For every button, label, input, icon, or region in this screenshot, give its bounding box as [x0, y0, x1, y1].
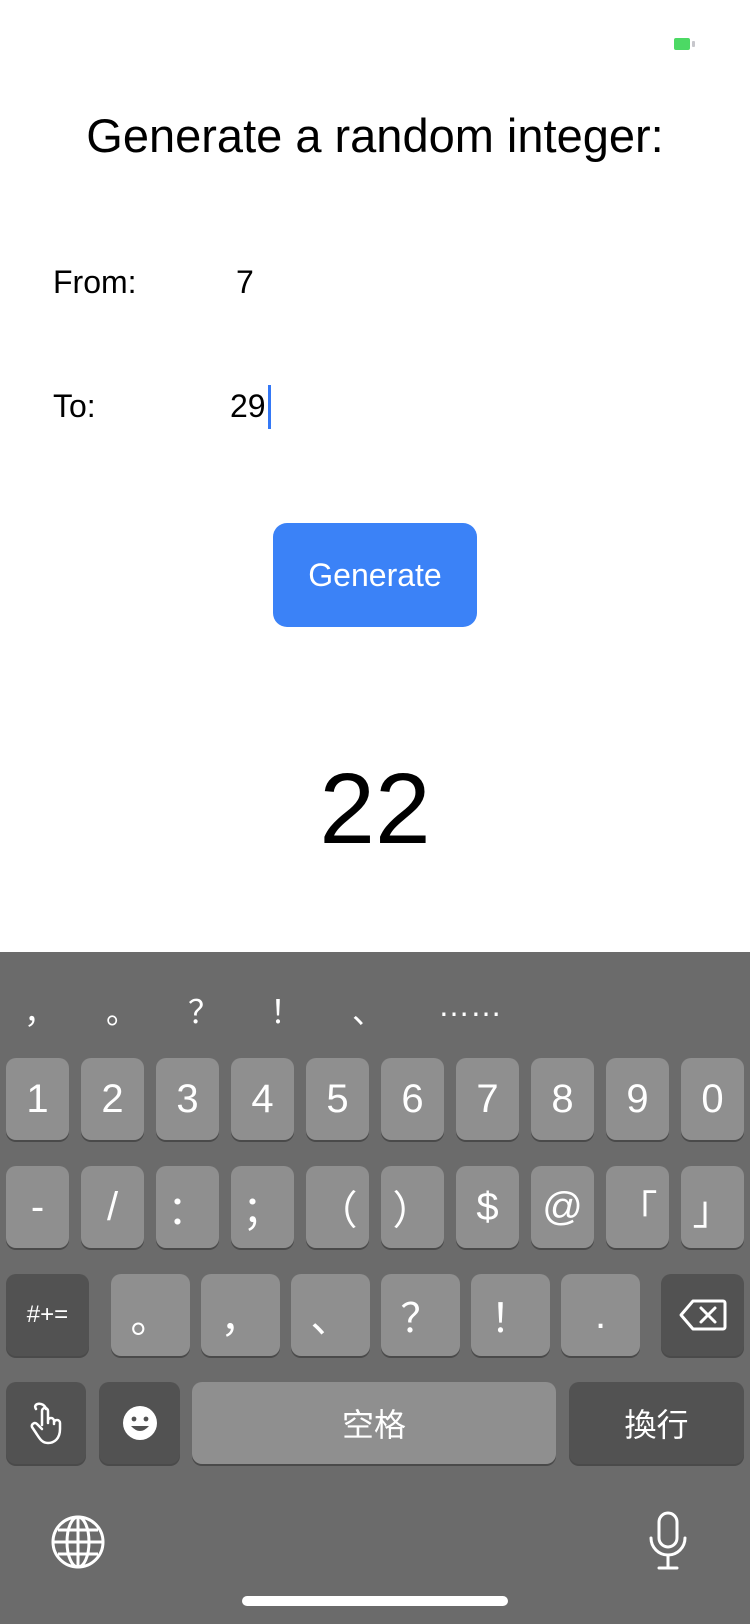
from-input[interactable]: 7 [236, 264, 254, 301]
home-indicator[interactable] [242, 1596, 508, 1606]
dictation-button[interactable] [646, 1510, 690, 1579]
key-dollar[interactable]: $ [456, 1166, 519, 1248]
key-colon[interactable]: ： [156, 1166, 219, 1248]
keyboard: ， 。 ？ ！ 、 …… 1 2 3 4 5 6 7 8 9 0 - / ： ；… [0, 952, 750, 1624]
key-hyphen[interactable]: - [6, 1166, 69, 1248]
page-title: Generate a random integer: [86, 109, 664, 162]
from-label: From: [53, 264, 137, 300]
key-3[interactable]: 3 [156, 1058, 219, 1140]
globe-button[interactable] [50, 1514, 106, 1575]
battery-icon [674, 38, 690, 50]
battery-tip [692, 41, 695, 47]
to-label: To: [53, 388, 96, 424]
space-key[interactable]: 空格 [192, 1382, 556, 1464]
key-7[interactable]: 7 [456, 1058, 519, 1140]
candidate-4[interactable]: ！ [266, 987, 306, 1033]
handwriting-key[interactable] [6, 1382, 86, 1464]
symbols-toggle-key[interactable]: #+= [6, 1274, 89, 1356]
emoji-key[interactable] [99, 1382, 180, 1464]
key-semicolon[interactable]: ； [231, 1166, 294, 1248]
candidate-5[interactable]: 、 [348, 987, 388, 1033]
key-exclamation[interactable]: ！ [471, 1274, 550, 1356]
key-left-corner-bracket[interactable]: 「 [606, 1166, 669, 1248]
key-left-paren[interactable]: （ [306, 1166, 369, 1248]
key-9[interactable]: 9 [606, 1058, 669, 1140]
key-8[interactable]: 8 [531, 1058, 594, 1140]
microphone-icon [649, 1511, 687, 1570]
emoji-icon [122, 1406, 157, 1440]
key-2[interactable]: 2 [81, 1058, 144, 1140]
key-ideographic-comma[interactable]: 、 [291, 1274, 370, 1356]
return-key[interactable]: 換行 [569, 1382, 744, 1464]
key-slash[interactable]: / [81, 1166, 144, 1248]
candidate-1[interactable]: ， [20, 987, 60, 1033]
globe-icon [51, 1515, 105, 1569]
key-period[interactable]: . [561, 1274, 640, 1356]
handwriting-icon [30, 1402, 62, 1445]
key-at[interactable]: @ [531, 1166, 594, 1248]
result-value: 22 [319, 753, 431, 865]
key-right-corner-bracket[interactable]: 」 [681, 1166, 744, 1248]
key-5[interactable]: 5 [306, 1058, 369, 1140]
text-caret [268, 385, 271, 429]
to-input[interactable]: 29 [230, 388, 266, 425]
key-fullwidth-comma[interactable]: ， [201, 1274, 280, 1356]
candidate-3[interactable]: ？ [184, 987, 224, 1033]
key-4[interactable]: 4 [231, 1058, 294, 1140]
candidate-2[interactable]: 。 [102, 987, 142, 1033]
key-ideographic-full-stop[interactable]: 。 [111, 1274, 190, 1356]
key-0[interactable]: 0 [681, 1058, 744, 1140]
key-6[interactable]: 6 [381, 1058, 444, 1140]
delete-icon [679, 1299, 726, 1331]
generate-button[interactable]: Generate [273, 523, 477, 627]
delete-key[interactable] [661, 1274, 744, 1356]
key-question[interactable]: ？ [381, 1274, 460, 1356]
candidate-6[interactable]: …… [430, 987, 510, 1024]
key-right-paren[interactable]: ） [381, 1166, 444, 1248]
key-1[interactable]: 1 [6, 1058, 69, 1140]
